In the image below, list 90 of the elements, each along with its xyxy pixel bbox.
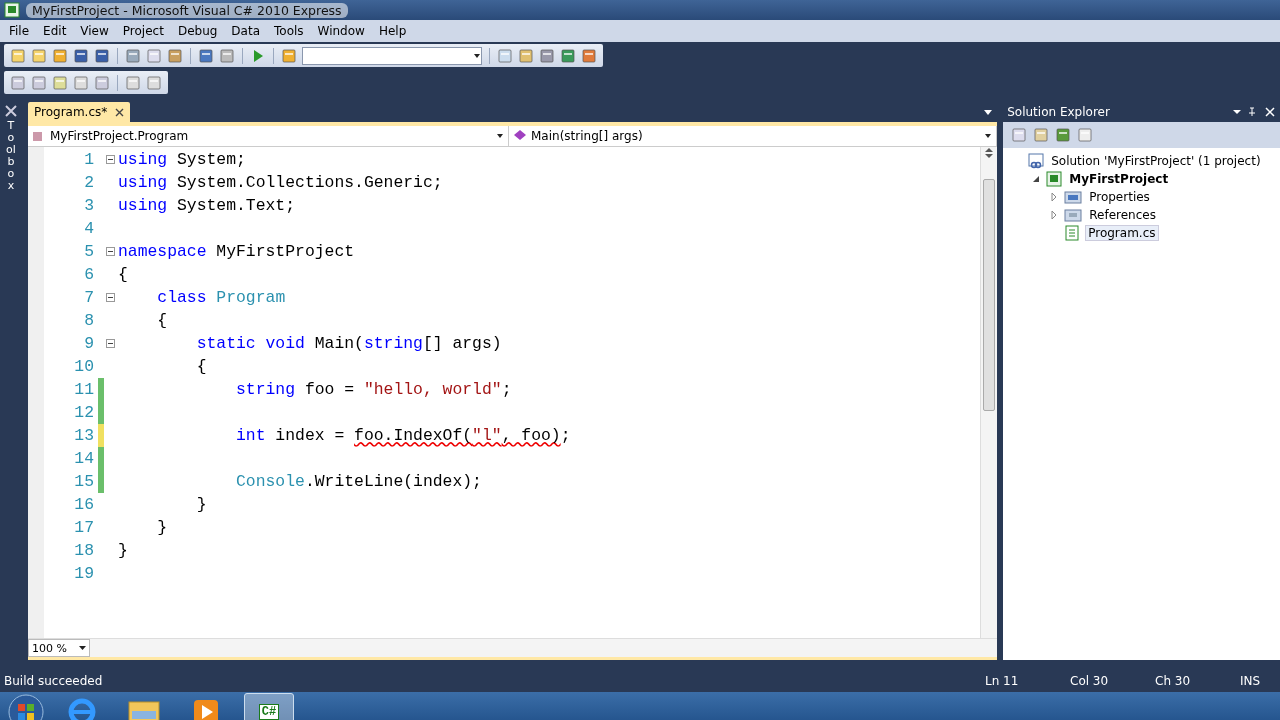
- code-line: class Program: [156, 288, 286, 307]
- code-line: }: [195, 495, 207, 514]
- folder-icon: [128, 699, 160, 720]
- line-number: 5: [83, 242, 94, 261]
- menu-item[interactable]: Edit: [36, 24, 74, 38]
- dropdown-arrow-icon: [496, 133, 504, 139]
- document-tab[interactable]: Program.cs*: [28, 102, 131, 122]
- expander-icon[interactable]: [1032, 175, 1041, 183]
- insert-mode-indicator: INS: [1240, 674, 1262, 688]
- menu-item[interactable]: Debug: [170, 24, 225, 38]
- split-icon[interactable]: [984, 147, 995, 159]
- code-line: int index = foo.IndexOf("l", foo);: [235, 426, 571, 445]
- scroll-thumb[interactable]: [983, 179, 996, 411]
- line-number: 13: [73, 426, 94, 445]
- line-number: 2: [83, 173, 94, 192]
- menu-item[interactable]: Data: [224, 24, 267, 38]
- close-icon[interactable]: [115, 107, 125, 117]
- menu-item[interactable]: Help: [371, 24, 414, 38]
- line-number: 6: [83, 265, 94, 284]
- code-line: namespace MyFirstProject: [118, 242, 355, 261]
- window-title: MyFirstProject - Microsoft Visual C# 2010 Express: [26, 2, 348, 18]
- line-number: 15: [73, 472, 94, 491]
- char-indicator: Ch 30: [1155, 674, 1192, 688]
- line-number: 14: [73, 449, 94, 468]
- line-number: 19: [73, 564, 94, 583]
- code-line: }: [118, 541, 128, 560]
- dropdown-arrow-icon: [473, 52, 481, 59]
- status-message: Build succeeded: [4, 674, 104, 688]
- media-player-icon: [193, 699, 219, 720]
- column-indicator: Col 30: [1070, 674, 1110, 688]
- menu-item[interactable]: Window: [310, 24, 372, 38]
- toolbox-icon[interactable]: [4, 104, 18, 118]
- tree-item[interactable]: Solution 'MyFirstProject' (1 project): [1049, 154, 1263, 168]
- collapse-icon[interactable]: [106, 339, 116, 348]
- type-dropdown[interactable]: MyFirstProject.Program: [28, 126, 509, 146]
- menu-item[interactable]: Tools: [267, 24, 311, 38]
- collapse-icon[interactable]: [106, 155, 116, 164]
- line-number: 7: [83, 288, 94, 307]
- line-number: 8: [83, 311, 94, 330]
- collapse-icon[interactable]: [106, 247, 116, 256]
- line-indicator: Ln 11: [985, 674, 1020, 688]
- line-number: 1: [83, 150, 94, 169]
- csharp-icon: C#: [258, 704, 280, 720]
- menu-item[interactable]: View: [73, 24, 116, 38]
- code-line: string foo = "hello, world";: [235, 380, 512, 399]
- code-line: {: [156, 311, 168, 330]
- code-line: {: [195, 357, 207, 376]
- app-icon: [4, 2, 20, 18]
- folder-icon: [1064, 190, 1083, 204]
- line-number: 18: [73, 541, 94, 560]
- dropdown-arrow-icon: [79, 645, 86, 651]
- zoom-dropdown[interactable]: 100 %: [28, 639, 90, 657]
- panel-title: Solution Explorer: [1007, 105, 1110, 119]
- menu-item[interactable]: File: [2, 24, 37, 38]
- line-number: 10: [73, 357, 94, 376]
- panel-controls-icon[interactable]: [1232, 107, 1276, 117]
- code-line: using System.Text;: [118, 196, 296, 215]
- folder-icon: [1064, 208, 1083, 222]
- line-number: 4: [83, 219, 94, 238]
- dropdown-arrow-icon[interactable]: [983, 108, 994, 116]
- tree-item[interactable]: Properties: [1087, 190, 1152, 204]
- collapse-icon[interactable]: [106, 293, 116, 302]
- code-line: }: [156, 518, 168, 537]
- dropdown-arrow-icon: [984, 133, 993, 139]
- code-line: Console.WriteLine(index);: [235, 472, 482, 491]
- start-button[interactable]: [8, 694, 44, 720]
- find-combo[interactable]: [302, 46, 482, 65]
- code-line: using System;: [118, 150, 246, 169]
- code-line: using System.Collections.Generic;: [118, 173, 443, 192]
- line-number: 17: [73, 518, 94, 537]
- horizontal-scrollbar[interactable]: [90, 639, 998, 657]
- code-line: static void Main(string[] args): [195, 334, 502, 353]
- csharp-file-icon: [1064, 225, 1081, 241]
- tree-item[interactable]: Program.cs: [1085, 225, 1159, 241]
- line-number: 12: [73, 403, 94, 422]
- line-number: 11: [73, 380, 94, 399]
- member-dropdown[interactable]: Main(string[] args): [509, 126, 998, 146]
- tree-item[interactable]: References: [1087, 208, 1158, 222]
- project-icon: [1046, 171, 1063, 187]
- taskbar-button[interactable]: C#: [244, 693, 294, 720]
- menu-item[interactable]: Project: [115, 24, 171, 38]
- line-number: 16: [73, 495, 94, 514]
- line-number: 9: [83, 334, 94, 353]
- solution-icon: [1028, 153, 1045, 169]
- tree-item[interactable]: MyFirstProject: [1067, 172, 1171, 186]
- browser-icon: [67, 697, 97, 720]
- line-number: 3: [83, 196, 94, 215]
- code-line: {: [118, 265, 128, 284]
- method-icon: [513, 129, 527, 143]
- toolbox-tab[interactable]: Toolbox: [5, 120, 17, 193]
